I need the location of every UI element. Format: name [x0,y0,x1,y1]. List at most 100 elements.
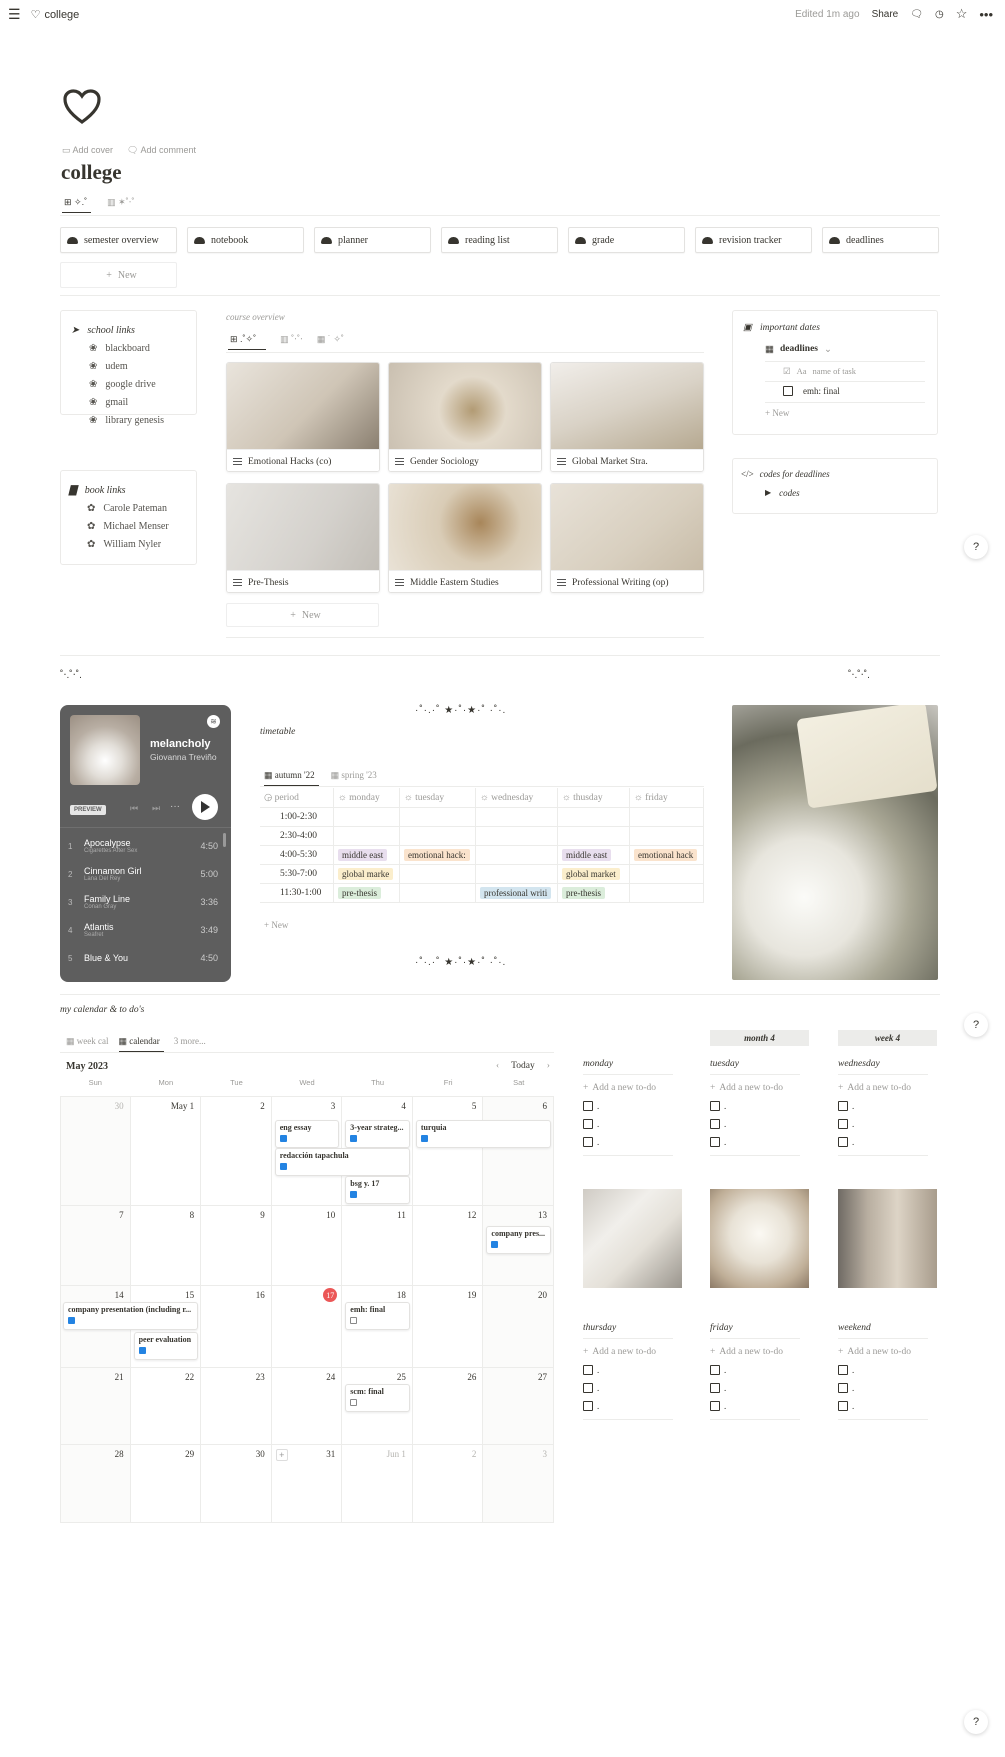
course-card[interactable]: Gender Sociology [388,362,542,472]
calendar-day-cell[interactable]: 19 [412,1286,484,1368]
more-icon[interactable]: ••• [979,7,993,22]
nav-chip[interactable]: grade [568,227,685,253]
todo-item[interactable]: . [583,1133,673,1151]
timetable-cell[interactable] [630,864,704,884]
page-title[interactable]: college [61,160,122,185]
timetable-cell[interactable] [400,826,476,846]
timetable-cell[interactable] [558,807,630,827]
timetable-cell[interactable] [630,826,704,846]
calendar-day-cell[interactable]: 27 [483,1368,554,1445]
todo-checkbox[interactable] [838,1119,848,1129]
event-checkbox[interactable] [279,1163,287,1170]
timetable-cell[interactable]: professional writi [476,883,558,903]
timetable-header-cell[interactable]: ☼ friday [630,787,704,808]
todo-item[interactable]: . [583,1397,673,1415]
calendar-day-cell[interactable]: 28 [60,1445,131,1523]
calendar-day-cell[interactable]: 2 [412,1445,484,1523]
school-link[interactable]: ❀ blackboard [71,339,196,357]
comment-icon[interactable]: 🗨 [910,9,923,20]
event-checkbox[interactable] [350,1191,358,1198]
page-icon[interactable] [62,88,102,129]
prev-icon[interactable]: ⏮ [130,803,138,814]
more-icon[interactable]: ··· [170,801,180,812]
calendar-event[interactable]: redacción tapachula [274,1148,410,1176]
todo-item[interactable]: . [838,1361,928,1379]
view-tab-table[interactable]: ▥ ✶˚‧˚ [107,197,134,213]
deadline-row[interactable]: emh: final [783,386,840,396]
todo-item[interactable]: . [583,1115,673,1133]
calendar-day-cell[interactable]: Jun 1 [342,1445,413,1523]
calendar-day-cell[interactable]: 24 [271,1368,343,1445]
todo-checkbox[interactable] [583,1119,593,1129]
course-card[interactable]: Pre-Thesis [226,483,380,593]
calendar-day-cell[interactable]: 11 [342,1206,413,1286]
nav-chip[interactable]: notebook [187,227,304,253]
calendar-event[interactable]: emh: final [345,1302,410,1330]
view-tab-gallery[interactable]: ⊞ ✧.˚ [62,197,92,213]
timetable-cell[interactable] [400,883,476,903]
add-cover-button[interactable]: ▭ Add cover [62,145,113,156]
todo-item[interactable]: . [838,1115,928,1133]
calendar-day-cell[interactable]: 30 [60,1096,131,1206]
add-todo-button[interactable]: + Add a new to-do [710,1079,800,1097]
calendar-day-cell[interactable]: 17 [271,1286,343,1368]
calendar-event[interactable]: 3-year strateg... [345,1120,410,1148]
calendar-event[interactable]: bsg y. 17 [345,1176,410,1204]
calendar-day-cell[interactable]: 26 [412,1368,484,1445]
share-button[interactable]: Share [872,9,899,20]
timetable-cell[interactable] [400,807,476,827]
add-todo-button[interactable]: + Add a new to-do [583,1343,673,1361]
todo-checkbox[interactable] [710,1101,720,1111]
timetable-header-cell[interactable]: ☼ monday [334,787,400,808]
todo-checkbox[interactable] [583,1401,593,1411]
play-button[interactable] [192,794,218,820]
track-row[interactable]: 2 Cinnamon Girl Lana Del Rey 5:00 [68,860,218,888]
new-deadline-button[interactable]: + New [765,408,789,418]
calendar-day-cell[interactable]: 30 [201,1445,272,1523]
calendar-day-cell[interactable]: 22 [130,1368,202,1445]
todo-checkbox[interactable] [583,1383,593,1393]
nav-chip[interactable]: deadlines [822,227,939,253]
todo-item[interactable]: . [710,1397,800,1415]
calendar-event[interactable]: eng essay [274,1120,340,1148]
event-checkbox[interactable] [420,1135,428,1142]
calendar-day-cell[interactable]: 2 [201,1096,272,1206]
todo-checkbox[interactable] [838,1383,848,1393]
timetable-cell[interactable]: emotional hack [630,845,704,865]
event-checkbox[interactable] [350,1317,358,1324]
timetable-cell[interactable]: pre-thesis [334,883,400,903]
timetable-tab[interactable]: ▦ autumn '22 [264,770,319,786]
timetable-cell[interactable]: 5:30-7:00 [260,864,334,884]
todo-checkbox[interactable] [710,1401,720,1411]
todo-checkbox[interactable] [583,1101,593,1111]
track-row[interactable]: 5 Blue & You 4:50 [68,944,218,972]
todo-item[interactable]: . [838,1397,928,1415]
event-checkbox[interactable] [350,1399,358,1406]
today-button[interactable]: Today [511,1061,535,1071]
nav-chip[interactable]: planner [314,227,431,253]
timetable-row[interactable]: 5:30-7:00 global marke global market [260,864,704,884]
todo-item[interactable]: . [838,1097,928,1115]
todo-checkbox[interactable] [710,1119,720,1129]
spotify-icon[interactable]: ≋ [207,715,220,728]
track-row[interactable]: 1 Apocalypse Cigarettes After Sex 4:50 [68,832,218,860]
codes-toggle[interactable]: ▶ codes [765,488,800,498]
course-tab[interactable]: ▦ ˙ ✧˚ [317,334,344,350]
todo-item[interactable]: . [583,1097,673,1115]
timetable-cell[interactable]: 4:00-5:30 [260,845,334,865]
chevron-right-icon[interactable]: › [547,1061,550,1071]
timetable-cell[interactable] [558,826,630,846]
timetable-cell[interactable]: pre-thesis [558,883,630,903]
timetable-header-cell[interactable]: ☼ thusday [558,787,630,808]
history-icon[interactable]: ◷ [935,9,944,20]
calendar-day-cell[interactable]: 8 [130,1206,202,1286]
todo-item[interactable]: . [710,1379,800,1397]
calendar-day-cell[interactable]: 29 [130,1445,202,1523]
timetable-header-cell[interactable]: ◶ period [260,787,334,808]
course-card[interactable]: Middle Eastern Studies [388,483,542,593]
new-timetable-row-button[interactable]: + New [264,920,288,930]
add-event-icon[interactable]: + [275,1449,288,1461]
calendar-day-cell[interactable]: 12 [412,1206,484,1286]
event-checkbox[interactable] [68,1317,75,1324]
todo-item[interactable]: . [838,1379,928,1397]
